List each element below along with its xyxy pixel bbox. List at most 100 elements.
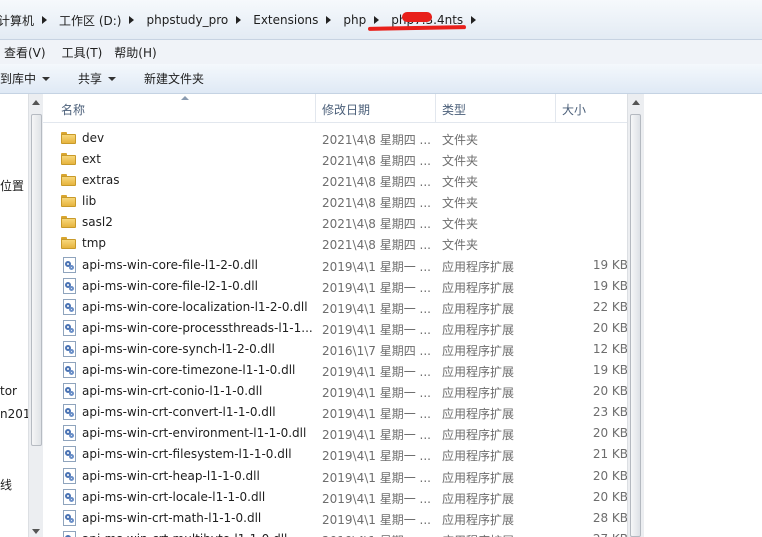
dll-file-icon <box>63 446 76 463</box>
dll-file-icon <box>63 488 76 505</box>
file-row[interactable]: api-ms-win-crt-locale-l1-1-0.dll 2019\4\1… <box>43 487 627 508</box>
file-rows: dev 2021\4\8 星期四 ... 文件夹 ext 2021\4\8 星期四 ..… <box>43 128 627 537</box>
file-name: api-ms-win-crt-filesystem-l1-1-0.dll <box>82 447 292 462</box>
file-name: api-ms-win-crt-math-l1-1-0.dll <box>82 510 262 525</box>
scroll-thumb[interactable] <box>31 114 42 446</box>
file-date: 2021\4\8 星期四 ... <box>322 196 430 211</box>
chevron-right-icon[interactable] <box>326 16 332 24</box>
file-row[interactable]: dev 2021\4\8 星期四 ... 文件夹 <box>43 128 627 149</box>
file-size: 20 KB <box>592 320 627 335</box>
folder-icon <box>61 153 76 166</box>
file-row[interactable]: api-ms-win-crt-heap-l1-1-0.dll 2019\4\1 星… <box>43 466 627 487</box>
file-size: 19 KB <box>592 363 627 378</box>
column-divider[interactable] <box>315 94 316 122</box>
file-row[interactable]: extras 2021\4\8 星期四 ... 文件夹 <box>43 170 627 191</box>
file-date: 2019\4\1 星期一 ... <box>322 532 430 537</box>
file-name: api-ms-win-crt-environment-l1-1-0.dll <box>82 426 307 441</box>
file-name: api-ms-win-crt-conio-l1-1-0.dll <box>82 384 263 399</box>
file-row[interactable]: api-ms-win-core-processthreads-l1-1... 20… <box>43 318 627 339</box>
file-size: 21 KB <box>592 447 627 462</box>
menu-tools[interactable]: 工具(T) <box>54 44 111 61</box>
dll-file-icon <box>63 256 76 273</box>
nav-item[interactable]: n201 <box>0 407 28 421</box>
file-row[interactable]: sasl2 2021\4\8 星期四 ... 文件夹 <box>43 212 627 233</box>
command-bar: 到库中 共享 新建文件夹 <box>0 64 762 94</box>
file-size: 19 KB <box>592 278 627 293</box>
scroll-down-icon[interactable] <box>32 529 40 534</box>
dll-file-icon <box>63 467 76 484</box>
dll-file-icon <box>63 319 76 336</box>
file-name: dev <box>82 131 105 145</box>
address-bar[interactable]: 计算机 工作区 (D:) phpstudy_pro Extensions php… <box>0 0 762 40</box>
breadcrumb-php[interactable]: php <box>337 13 370 27</box>
file-row[interactable]: api-ms-win-core-localization-l1-2-0.dll 2… <box>43 297 627 318</box>
file-row[interactable]: api-ms-win-crt-filesystem-l1-1-0.dll 2019… <box>43 444 627 465</box>
file-row[interactable]: tmp 2021\4\8 星期四 ... 文件夹 <box>43 233 627 254</box>
column-divider[interactable] <box>555 94 556 122</box>
breadcrumb-computer[interactable]: 计算机 <box>0 12 38 29</box>
file-date: 2019\4\1 星期一 ... <box>322 470 430 485</box>
file-row[interactable]: api-ms-win-core-file-l2-1-0.dll 2019\4\1 … <box>43 276 627 297</box>
file-row[interactable]: ext 2021\4\8 星期四 ... 文件夹 <box>43 149 627 170</box>
file-date: 2021\4\8 星期四 ... <box>322 217 430 232</box>
file-row[interactable]: lib 2021\4\8 星期四 ... 文件夹 <box>43 191 627 212</box>
new-folder-button[interactable]: 新建文件夹 <box>130 70 218 87</box>
file-date: 2019\4\1 星期一 ... <box>322 512 430 527</box>
file-type: 文件夹 <box>442 154 479 169</box>
file-type: 应用程序扩展 <box>442 407 515 422</box>
file-row[interactable]: api-ms-win-crt-math-l1-1-0.dll 2019\4\1 星… <box>43 508 627 529</box>
menu-help[interactable]: 帮助(H) <box>110 44 164 61</box>
file-row[interactable]: api-ms-win-crt-environment-l1-1-0.dll 201… <box>43 423 627 444</box>
folder-icon <box>61 195 76 208</box>
column-header-date[interactable]: 修改日期 <box>322 101 370 118</box>
file-date: 2019\4\1 星期一 ... <box>322 280 430 295</box>
scroll-thumb[interactable] <box>630 114 641 537</box>
file-type: 应用程序扩展 <box>442 386 515 401</box>
breadcrumb-phpstudy-pro[interactable]: phpstudy_pro <box>140 13 232 27</box>
file-type: 文件夹 <box>442 238 479 253</box>
file-list-scrollbar[interactable] <box>627 94 644 537</box>
breadcrumb-extensions[interactable]: Extensions <box>247 13 322 27</box>
chevron-right-icon[interactable] <box>42 16 48 24</box>
column-header-type[interactable]: 类型 <box>442 101 466 118</box>
file-name: sasl2 <box>82 215 113 230</box>
file-type: 文件夹 <box>442 196 479 211</box>
file-row[interactable]: api-ms-win-crt-convert-l1-1-0.dll 2019\4\… <box>43 402 627 423</box>
file-row[interactable]: api-ms-win-core-timezone-l1-1-0.dll 2019\… <box>43 360 627 381</box>
include-in-library-button[interactable]: 到库中 <box>0 70 64 87</box>
dll-file-icon <box>63 383 76 400</box>
dll-file-icon <box>63 298 76 315</box>
file-row[interactable]: api-ms-win-core-synch-l1-2-0.dll 2016\1\7… <box>43 339 627 360</box>
column-header-name[interactable]: 名称 <box>61 101 85 118</box>
sort-ascending-icon <box>181 96 189 100</box>
file-type: 应用程序扩展 <box>442 428 515 443</box>
scroll-up-icon[interactable] <box>632 100 640 105</box>
nav-scrollbar[interactable] <box>28 94 44 537</box>
file-type: 文件夹 <box>442 217 479 232</box>
nav-item[interactable]: 位置 <box>0 177 24 194</box>
chevron-right-icon[interactable] <box>374 16 380 24</box>
file-name: api-ms-win-crt-multibyte-l1-1-0.dll <box>82 532 312 537</box>
file-size: 12 KB <box>592 341 627 356</box>
file-name: api-ms-win-core-synch-l1-2-0.dll <box>82 341 275 356</box>
file-name: api-ms-win-core-processthreads-l1-1... <box>82 320 312 335</box>
dropdown-arrow-icon <box>42 76 51 81</box>
chevron-right-icon[interactable] <box>129 16 135 24</box>
nav-item[interactable]: tor <box>0 384 17 398</box>
nav-item[interactable]: 线 <box>0 476 12 493</box>
scroll-up-icon[interactable] <box>32 100 40 105</box>
column-header-size[interactable]: 大小 <box>562 101 586 118</box>
file-row[interactable]: api-ms-win-crt-conio-l1-1-0.dll 2019\4\1 … <box>43 381 627 402</box>
breadcrumb-drive-d[interactable]: 工作区 (D:) <box>53 12 125 29</box>
share-button[interactable]: 共享 <box>64 70 130 87</box>
chevron-right-icon[interactable] <box>471 16 477 24</box>
file-date: 2019\4\1 星期一 ... <box>322 449 430 464</box>
file-row[interactable]: api-ms-win-core-file-l1-2-0.dll 2019\4\1 … <box>43 255 627 276</box>
chevron-right-icon[interactable] <box>236 16 242 24</box>
file-row[interactable]: api-ms-win-crt-multibyte-l1-1-0.dll 2019\… <box>43 529 627 537</box>
menu-view[interactable]: 查看(V) <box>0 44 54 61</box>
file-date: 2019\4\1 星期一 ... <box>322 259 430 274</box>
file-size: 20 KB <box>592 426 627 441</box>
column-divider[interactable] <box>435 94 436 122</box>
column-header-row: 名称 修改日期 类型 大小 <box>43 94 627 123</box>
